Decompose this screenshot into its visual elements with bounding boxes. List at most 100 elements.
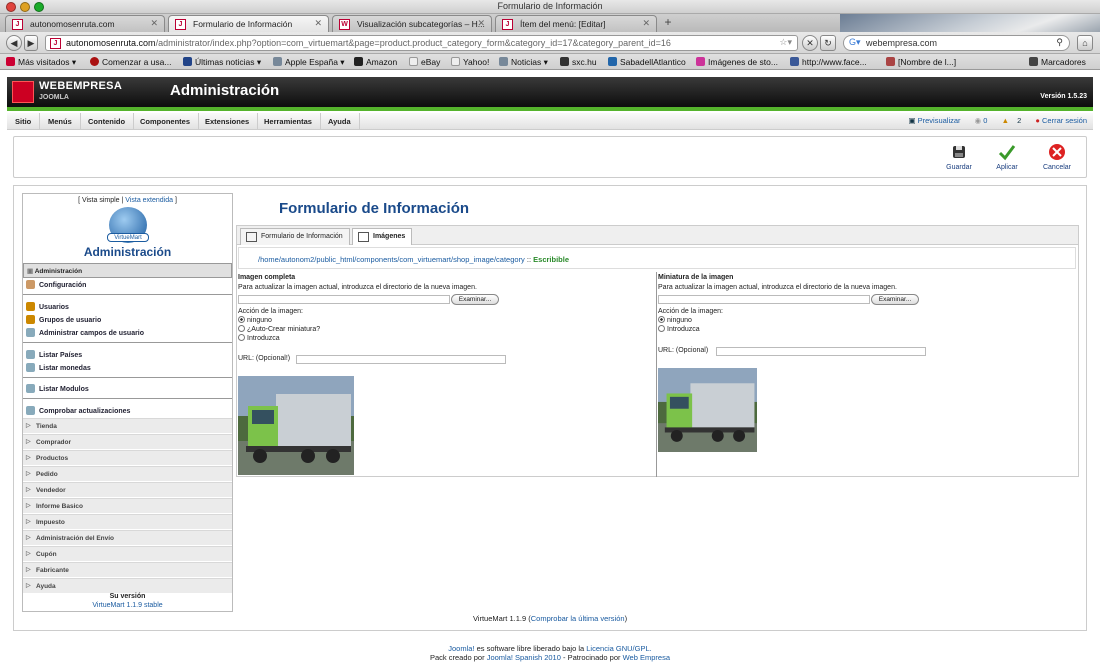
back-arrow-icon[interactable]: ◀ xyxy=(6,35,22,51)
accordion-productos[interactable]: Productos xyxy=(23,450,232,465)
url-bar[interactable]: J autonomosenruta.com/administrator/inde… xyxy=(45,35,798,51)
cancel-button[interactable]: Cancelar xyxy=(1037,143,1077,171)
bookmark-ultimas-noticias[interactable]: Últimas noticias ▾ xyxy=(183,57,261,68)
bookmark-sabadell[interactable]: SabadellAtlantico xyxy=(608,57,686,67)
full-url-label: URL: (Opcional!) xyxy=(238,355,291,362)
bookmark-noticias[interactable]: Noticias ▾ xyxy=(499,57,548,68)
search-icon[interactable]: ⚲ xyxy=(1056,37,1063,48)
folder-icon xyxy=(499,57,508,66)
accordion-informe[interactable]: Informe Basico xyxy=(23,498,232,513)
tab-autonomosenruta[interactable]: Jautonomosenruta.com ✕ xyxy=(5,15,165,32)
menu-herramientas[interactable]: Herramientas xyxy=(256,113,321,130)
joomla-link[interactable]: Joomla! xyxy=(448,644,474,653)
tab-item-menu[interactable]: J Ítem del menú: [Editar] ✕ xyxy=(495,15,657,32)
full-url-input[interactable] xyxy=(296,355,506,364)
version-value[interactable]: VirtueMart 1.1.9 stable xyxy=(23,602,232,609)
full-option-autocreate[interactable]: ¿Auto-Crear miniatura? xyxy=(238,325,320,333)
sidebar-item-campos[interactable]: Administrar campos de usuario xyxy=(23,328,232,337)
thumb-option-introduce[interactable]: Introduzca xyxy=(658,325,700,333)
menu-componentes[interactable]: Componentes xyxy=(132,113,200,130)
bookmark-mas-visitados[interactable]: Más visitados ▾ xyxy=(6,57,76,68)
radio-selected[interactable] xyxy=(238,316,245,323)
sidebar-item-actualizaciones[interactable]: Comprobar actualizaciones xyxy=(23,406,232,415)
radio-selected[interactable] xyxy=(658,316,665,323)
menu-extensiones[interactable]: Extensiones xyxy=(197,113,259,130)
tab-visualizacion[interactable]: W Visualización subcategorías – H... ✕ xyxy=(332,15,492,32)
accordion-ayuda[interactable]: Ayuda xyxy=(23,578,232,593)
full-image-file-input[interactable] xyxy=(238,295,450,304)
webempresa-link[interactable]: Web Empresa xyxy=(623,653,670,662)
users-count[interactable]: ▲ 2 xyxy=(996,116,1022,125)
sidebar-item-usuarios[interactable]: Usuarios xyxy=(23,302,232,311)
accordion-comprador[interactable]: Comprador xyxy=(23,434,232,449)
admin-header: WEBEMPRESA JOOMLA Administración Versión… xyxy=(7,77,1093,111)
thumb-option-none[interactable]: ninguno xyxy=(658,316,692,324)
full-image-preview xyxy=(238,376,354,475)
preview-icon: ▣ xyxy=(908,116,916,125)
sidebar-item-modulos[interactable]: Listar Modulos xyxy=(23,384,232,393)
bookmark-sxc[interactable]: sxc.hu xyxy=(560,57,597,67)
check-version-link[interactable]: Comprobar la última versión xyxy=(531,614,625,623)
accordion-pedido[interactable]: Pedido xyxy=(23,466,232,481)
tab-formulario[interactable]: J Formulario de Información ✕ xyxy=(168,15,329,32)
close-tab-icon[interactable]: ✕ xyxy=(150,18,158,29)
accordion-fabricante[interactable]: Fabricante xyxy=(23,562,232,577)
sidebar-item-grupos[interactable]: Grupos de usuario xyxy=(23,315,232,324)
thumb-file-input[interactable] xyxy=(658,295,870,304)
sidebar-item-paises[interactable]: Listar Países xyxy=(23,350,232,359)
forward-arrow-icon[interactable]: ▶ xyxy=(24,35,38,51)
close-tab-icon[interactable]: ✕ xyxy=(477,18,485,29)
accordion-vendedor[interactable]: Vendedor xyxy=(23,482,232,497)
view-extended-link[interactable]: Vista extendida xyxy=(125,197,173,204)
bookmarks-menu[interactable]: Marcadores xyxy=(1029,57,1086,67)
bookmark-star-icon[interactable]: ☆▾ xyxy=(779,37,792,48)
joomla-spanish-link[interactable]: Joomla! Spanish 2010 xyxy=(487,653,561,662)
divider xyxy=(23,342,232,343)
bookmark-comenzar[interactable]: Comenzar a usa... xyxy=(90,57,171,67)
sidebar-active-section[interactable]: ▣ Administración xyxy=(23,263,232,278)
radio[interactable] xyxy=(658,325,665,332)
close-tab-icon[interactable]: ✕ xyxy=(314,18,322,29)
accordion-cupon[interactable]: Cupón xyxy=(23,546,232,561)
bookmark-facebook[interactable]: http://www.face... xyxy=(790,57,867,67)
bookmark-ebay[interactable]: eBay xyxy=(409,57,440,67)
save-button[interactable]: Guardar xyxy=(939,143,979,171)
menu-menus[interactable]: Menús xyxy=(40,113,81,130)
virtuemart-logo-text: VirtueMart xyxy=(107,233,149,242)
radio[interactable] xyxy=(238,325,245,332)
bookmark-amazon[interactable]: Amazon xyxy=(354,57,397,67)
menu-ayuda[interactable]: Ayuda xyxy=(320,113,360,130)
logout-link[interactable]: ● Cerrar sesión xyxy=(1029,116,1087,125)
full-option-introduce[interactable]: Introduzca xyxy=(238,334,280,342)
accordion-impuesto[interactable]: Impuesto xyxy=(23,514,232,529)
bookmark-yahoo[interactable]: Yahoo! xyxy=(451,57,489,67)
reload-icon[interactable]: ↻ xyxy=(820,35,836,51)
menu-contenido[interactable]: Contenido xyxy=(80,113,135,130)
sidebar-item-monedas[interactable]: Listar monedas xyxy=(23,363,232,372)
bookmark-nombre[interactable]: [Nombre de l...] xyxy=(886,57,956,67)
full-image-browse-button[interactable]: Examinar... xyxy=(451,294,499,305)
tab-imagenes[interactable]: Imágenes xyxy=(352,228,413,245)
bookmark-imagenes[interactable]: Imágenes de sto... xyxy=(696,57,778,67)
messages-count[interactable]: ◉ 0 xyxy=(969,116,988,125)
license-link[interactable]: Licencia GNU/GPL. xyxy=(586,644,651,653)
webempresa-favicon-icon: W xyxy=(339,19,350,30)
tab-formulario-info[interactable]: Formulario de Información xyxy=(240,228,350,245)
accordion-tienda[interactable]: Tienda xyxy=(23,418,232,433)
accordion-envio[interactable]: Administración del Envío xyxy=(23,530,232,545)
close-tab-icon[interactable]: ✕ xyxy=(642,18,650,29)
preview-link[interactable]: ▣ Previsualizar xyxy=(902,116,960,125)
full-option-none[interactable]: ninguno xyxy=(238,316,272,324)
home-icon[interactable]: ⌂ xyxy=(1077,35,1093,51)
amazon-icon xyxy=(354,57,363,66)
radio[interactable] xyxy=(238,334,245,341)
thumb-url-input[interactable] xyxy=(716,347,926,356)
stop-icon[interactable]: ✕ xyxy=(802,35,818,51)
apply-button[interactable]: Aplicar xyxy=(987,143,1027,171)
menu-sitio[interactable]: Sitio xyxy=(7,113,41,130)
sidebar-item-configuracion[interactable]: Configuración xyxy=(23,280,232,289)
new-tab-icon[interactable]: + xyxy=(661,16,675,30)
thumb-browse-button[interactable]: Examinar... xyxy=(871,294,919,305)
search-input[interactable]: G▾ webempresa.com ⚲ xyxy=(843,35,1070,51)
bookmark-apple[interactable]: Apple España ▾ xyxy=(273,57,345,68)
